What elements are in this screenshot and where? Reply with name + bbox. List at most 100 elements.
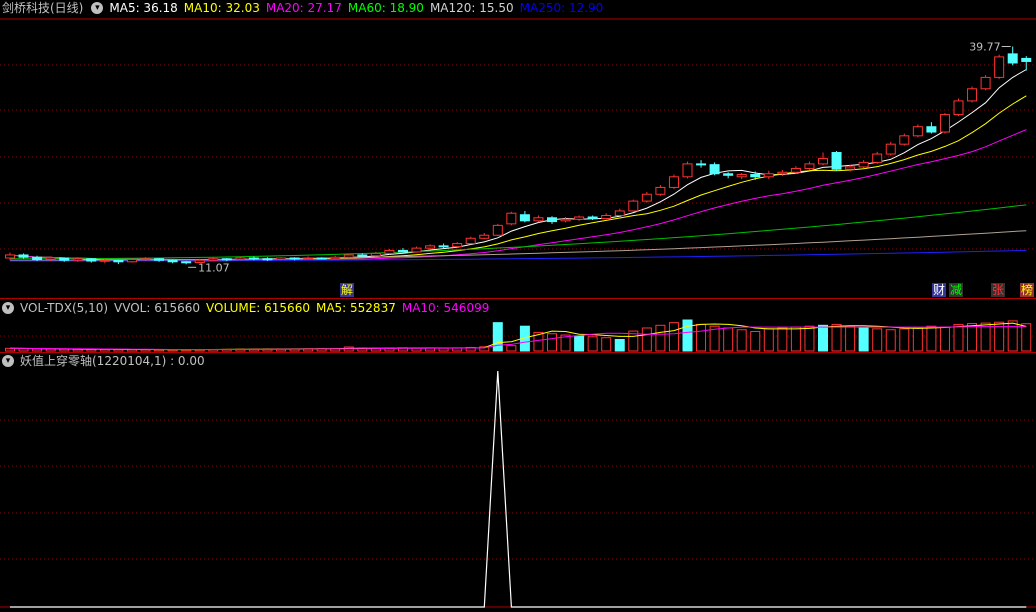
volume-bar [506, 345, 517, 352]
candle [885, 141, 896, 156]
candle-body [1007, 53, 1018, 64]
volume-bar [885, 329, 896, 352]
candle-body [5, 254, 15, 259]
volume-bar [763, 328, 774, 352]
candle-body [208, 258, 219, 261]
candle-body [438, 245, 449, 248]
volume-title: VOL-TDX(5,10) [20, 301, 109, 315]
candle [330, 255, 341, 260]
candle [397, 248, 408, 253]
ma10-line [9, 95, 1027, 261]
candle-body [574, 216, 585, 220]
ma5-line [9, 69, 1027, 262]
candle-body [425, 245, 436, 249]
volume-pane[interactable]: ▾ VOL-TDX(5,10) VVOL: 615660 VOLUME: 6156… [0, 300, 1036, 352]
candle-body [181, 261, 192, 264]
volume-bar [858, 327, 869, 352]
candle-body [912, 126, 923, 137]
candle [939, 113, 950, 134]
ma-legend: MA5: 36.18 MA10: 32.03 MA20: 27.17 MA60: 18… [109, 0, 609, 16]
candle-body [709, 164, 720, 175]
candle [1021, 56, 1032, 71]
candle [858, 160, 869, 169]
volume-bar [790, 326, 801, 352]
price-pane[interactable]: 剑桥科技(日线) ▾ MA5: 36.18 MA10: 32.03 MA20: 27… [0, 0, 1036, 298]
ma-label-0: MA5: 36.18 [109, 1, 178, 15]
indicator-line [10, 370, 1027, 608]
volume-bar [655, 324, 666, 352]
candle [804, 161, 815, 170]
candle-body [519, 214, 530, 222]
candle [682, 161, 693, 179]
event-marker-4[interactable]: 榜 [1020, 283, 1035, 297]
candle-body [316, 257, 327, 260]
candle-body [967, 88, 978, 102]
event-marker-0[interactable]: 解 [340, 283, 355, 297]
candle-body [506, 212, 517, 225]
candle [384, 248, 395, 255]
candle-body [492, 224, 503, 236]
candle [668, 174, 679, 189]
candle [167, 259, 178, 264]
candle-body [818, 158, 828, 165]
volume-bar [601, 337, 612, 352]
ma60-line [9, 204, 1027, 260]
volume-bar [696, 323, 707, 352]
candle-body [154, 258, 165, 261]
volume-bar [587, 336, 598, 352]
collapse-toggle-icon[interactable]: ▾ [2, 355, 14, 367]
candle-body [547, 217, 557, 223]
candle-body [804, 163, 815, 169]
candle [547, 216, 557, 224]
candle [560, 217, 571, 223]
volume-bar [818, 324, 828, 352]
candle-body [411, 247, 422, 253]
candle-body [668, 176, 679, 188]
candle [912, 124, 923, 138]
indicator-chart[interactable] [0, 353, 1036, 612]
volume-header: ▾ VOL-TDX(5,10) VVOL: 615660 VOLUME: 6156… [0, 300, 501, 316]
volume-bar [926, 325, 937, 352]
candle-body [262, 258, 273, 261]
candle [425, 244, 436, 249]
volume-label-1: VOLUME: 615660 [206, 301, 310, 315]
candle [696, 160, 707, 168]
candlestick-chart[interactable]: 39.77 11.07 [0, 0, 1036, 298]
candle-body [303, 257, 314, 260]
candle-body [86, 258, 97, 262]
candle-body [167, 259, 178, 263]
collapse-toggle-icon[interactable]: ▾ [2, 302, 14, 314]
event-marker-3[interactable]: 张 [991, 283, 1006, 297]
event-marker-1[interactable]: 财 [932, 283, 947, 297]
ma-label-4: MA120: 15.50 [429, 1, 514, 15]
candle-body [885, 143, 896, 155]
candle-body [235, 257, 246, 261]
candle-body [723, 173, 734, 176]
candle-body [953, 100, 964, 116]
stock-title: 剑桥科技(日线) [2, 1, 84, 15]
candle-body [872, 153, 883, 163]
pane-divider[interactable] [0, 298, 1036, 299]
volume-bar [750, 331, 761, 352]
indicator-pane[interactable]: ▾ 妖值上穿零轴(1220104,1) : 0.00 [0, 353, 1036, 612]
candle [818, 152, 828, 166]
volume-bar [967, 323, 978, 352]
event-marker-2[interactable]: 减 [949, 283, 964, 297]
candle [723, 172, 734, 179]
volume-bar [777, 327, 788, 352]
candle-body [99, 259, 110, 262]
candle [181, 261, 192, 265]
collapse-toggle-icon[interactable]: ▾ [91, 2, 104, 14]
candle-body [763, 173, 774, 178]
candle [506, 211, 517, 226]
candle-body [831, 152, 842, 170]
volume-bar [831, 323, 842, 352]
candle [736, 173, 747, 180]
candle-body [343, 254, 354, 258]
candle [533, 215, 544, 223]
volume-legend: VVOL: 615660 VOLUME: 615660 MA5: 552837 MA1… [114, 300, 495, 316]
candle [316, 257, 327, 260]
candle [831, 151, 842, 171]
candle-body [926, 126, 937, 133]
ma-label-1: MA10: 32.03 [183, 1, 260, 15]
